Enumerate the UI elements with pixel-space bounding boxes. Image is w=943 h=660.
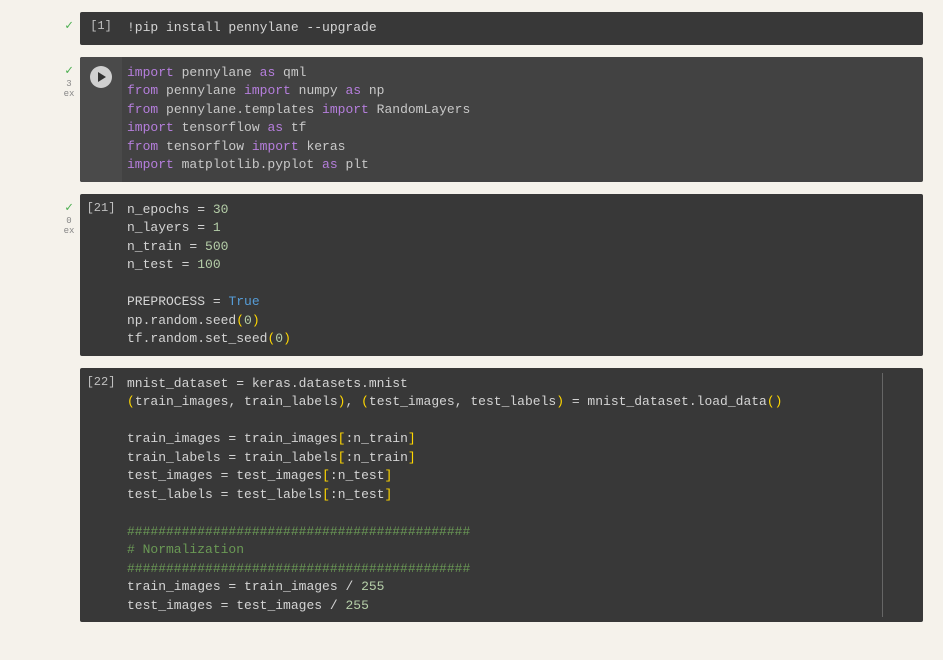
status-check-icon: ✓ (60, 200, 78, 215)
cell-content: [21]n_epochs = 30 n_layers = 1 n_train =… (80, 194, 923, 356)
notebook-area: ✓[1]!pip install pennylane --upgrade✓3 e… (80, 12, 923, 622)
status-check-icon: ✓ (60, 63, 78, 78)
exec-meta: 0 ex (60, 216, 78, 238)
status-check-icon: ✓ (60, 18, 78, 33)
code-cell[interactable]: ✓0 ex[21]n_epochs = 30 n_layers = 1 n_tr… (80, 194, 923, 356)
exec-count: [22] (87, 375, 116, 623)
code-editor[interactable]: import pennylane as qml from pennylane i… (122, 57, 923, 182)
cell-content: [22]mnist_dataset = keras.datasets.mnist… (80, 368, 923, 623)
exec-area: [22] (80, 368, 122, 623)
cell-content: import pennylane as qml from pennylane i… (80, 57, 923, 182)
exec-area: [21] (80, 194, 122, 356)
code-cell[interactable]: ✓[1]!pip install pennylane --upgrade (80, 12, 923, 45)
code-cell[interactable]: [22]mnist_dataset = keras.datasets.mnist… (80, 368, 923, 623)
exec-area (80, 57, 122, 182)
cell-content: [1] !pip install pennylane --upgrade (80, 12, 923, 45)
exec-count: [21] (87, 201, 116, 356)
code-editor[interactable]: !pip install pennylane --upgrade (122, 12, 923, 45)
scroll-indicator (882, 373, 883, 618)
exec-meta: 3 ex (60, 79, 78, 101)
code-editor[interactable]: mnist_dataset = keras.datasets.mnist (tr… (122, 368, 923, 623)
run-cell-button[interactable] (90, 66, 112, 88)
exec-area: [1] (80, 12, 122, 45)
code-cell[interactable]: ✓3 eximport pennylane as qml from pennyl… (80, 57, 923, 182)
exec-count: [1] (90, 19, 112, 45)
code-editor[interactable]: n_epochs = 30 n_layers = 1 n_train = 500… (122, 194, 923, 356)
play-icon (98, 72, 106, 82)
